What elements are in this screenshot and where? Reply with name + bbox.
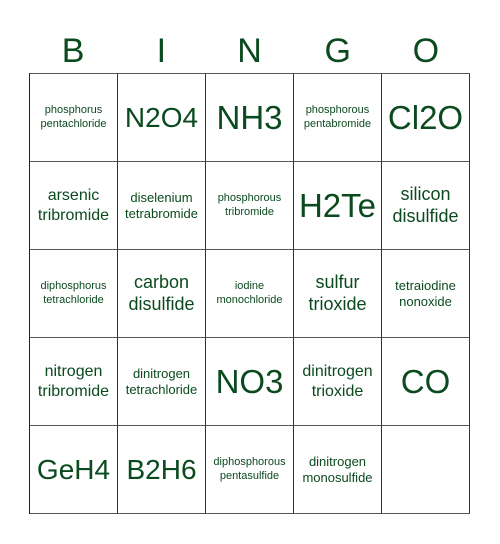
bingo-header: B I N G O	[29, 30, 470, 73]
bingo-cell-r3-c2[interactable]: carbon disulfide	[118, 250, 206, 338]
header-letter-g: G	[324, 32, 351, 70]
bingo-cell-r1-c4[interactable]: phosphorous pentabromide	[294, 74, 382, 162]
header-letter-o: O	[412, 32, 440, 70]
bingo-cell-r1-c1[interactable]: phosphorus pentachloride	[30, 74, 118, 162]
bingo-cell-r4-c2[interactable]: dinitrogen tetrachloride	[118, 338, 206, 426]
bingo-cell-r2-c1[interactable]: arsenic tribromide	[30, 162, 118, 250]
bingo-cell-r4-c1[interactable]: nitrogen tribromide	[30, 338, 118, 426]
bingo-cell-r5-c1[interactable]: GeH4	[30, 426, 118, 514]
bingo-cell-r5-c2[interactable]: B2H6	[118, 426, 206, 514]
bingo-cell-r2-c4[interactable]: H2Te	[294, 162, 382, 250]
bingo-cell-r3-c5[interactable]: tetraiodine nonoxide	[382, 250, 470, 338]
bingo-cell-r5-c5-empty[interactable]	[382, 426, 470, 514]
bingo-cell-r3-c4[interactable]: sulfur trioxide	[294, 250, 382, 338]
bingo-cell-r1-c3[interactable]: NH3	[206, 74, 294, 162]
bingo-cell-r4-c4[interactable]: dinitrogen trioxide	[294, 338, 382, 426]
bingo-cell-r5-c3[interactable]: diphosphorous pentasulfide	[206, 426, 294, 514]
bingo-cell-r4-c5[interactable]: CO	[382, 338, 470, 426]
bingo-cell-r2-c3[interactable]: phosphorous tribromide	[206, 162, 294, 250]
header-letter-i: I	[156, 32, 167, 70]
bingo-cell-r2-c5[interactable]: silicon disulfide	[382, 162, 470, 250]
bingo-cell-r3-c3[interactable]: iodine monochloride	[206, 250, 294, 338]
bingo-cell-r1-c5[interactable]: Cl2O	[382, 74, 470, 162]
header-letter-n: N	[237, 32, 262, 70]
bingo-cell-r3-c1[interactable]: diphosphorus tetrachloride	[30, 250, 118, 338]
bingo-cell-r2-c2[interactable]: diselenium tetrabromide	[118, 162, 206, 250]
bingo-cell-r5-c4[interactable]: dinitrogen monosulfide	[294, 426, 382, 514]
header-letter-b: B	[61, 32, 85, 70]
bingo-cell-r4-c3[interactable]: NO3	[206, 338, 294, 426]
bingo-cell-r1-c2[interactable]: N2O4	[118, 74, 206, 162]
bingo-board: phosphorus pentachloride N2O4 NH3 phosph…	[29, 73, 470, 514]
